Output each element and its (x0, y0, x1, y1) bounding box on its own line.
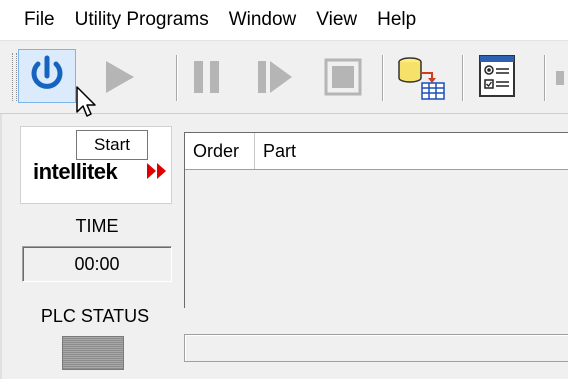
settings-form-icon (479, 55, 515, 97)
grid-header: Order Part (185, 133, 568, 170)
step-icon (258, 61, 292, 93)
step-button[interactable] (250, 51, 300, 103)
pause-icon (194, 61, 219, 93)
time-label: TIME (75, 216, 119, 236)
toolbar-separator (544, 55, 546, 101)
menu-utility-programs[interactable]: Utility Programs (65, 0, 219, 40)
menu-view[interactable]: View (306, 0, 367, 40)
stop-button[interactable] (318, 51, 368, 103)
column-header-part[interactable]: Part (255, 133, 568, 169)
run-button[interactable] (96, 51, 140, 103)
start-button[interactable] (18, 49, 76, 103)
settings-form-button[interactable] (474, 51, 524, 103)
logo-arrows-icon (147, 163, 166, 179)
toolbar-separator (176, 55, 178, 101)
plc-status-indicator (62, 336, 124, 370)
mouse-cursor-icon (76, 86, 96, 117)
play-icon (106, 61, 134, 93)
time-value: 00:00 (22, 246, 172, 282)
company-logo-text: intellitek (33, 159, 118, 184)
column-header-order[interactable]: Order (185, 133, 255, 169)
toolbar-overflow-icon[interactable] (556, 71, 564, 85)
status-bar (184, 334, 568, 362)
menu-help[interactable]: Help (367, 0, 426, 40)
stop-icon (324, 58, 362, 96)
database-table-icon (398, 57, 445, 100)
plc-status-label: PLC STATUS (40, 306, 150, 326)
menu-bar: File Utility Programs Window View Help (0, 0, 568, 40)
power-icon (31, 55, 63, 89)
database-table-button[interactable] (392, 51, 450, 103)
toolbar-separator (462, 55, 464, 101)
menu-file[interactable]: File (0, 0, 65, 40)
toolbar-separator (382, 55, 384, 101)
pause-button[interactable] (188, 51, 228, 103)
start-tooltip: Start (76, 130, 148, 160)
order-grid[interactable]: Order Part (184, 132, 568, 308)
toolbar-grip[interactable] (12, 53, 17, 101)
menu-window[interactable]: Window (219, 0, 307, 40)
